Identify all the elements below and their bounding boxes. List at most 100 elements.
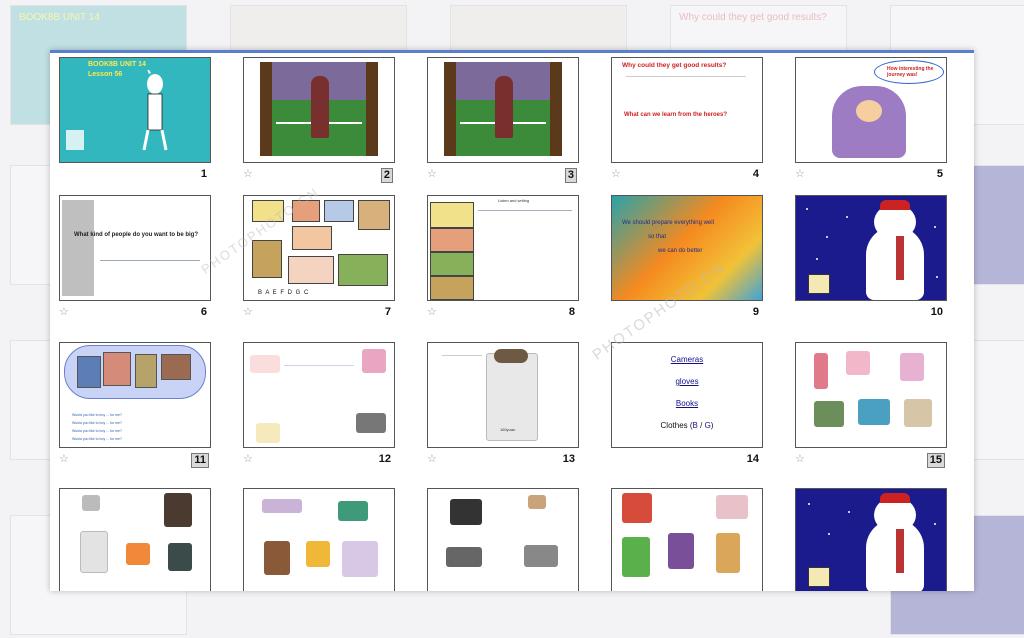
slide-number: 12 [378, 453, 391, 465]
slide-number: 5 [936, 168, 943, 180]
slide-number: 11 [191, 453, 209, 468]
clothes-separator: / [697, 421, 705, 430]
slide-line-1: We should prepare everything well [622, 220, 714, 226]
slide-thumbnail-4[interactable]: Why could they get good results? What ca… [611, 57, 763, 191]
slide-11-canvas: Would you like to buy ... for me? Would … [59, 342, 211, 448]
slide-line-2: so that [648, 234, 667, 240]
slide-thumbnail-10[interactable]: 10 [795, 195, 947, 329]
slide-number: 15 [926, 453, 945, 468]
slide-sorter-view: BOOK8B UNIT 14 Lesson 56 1 ☆ 2 ☆ 3 Why c… [50, 50, 974, 591]
bg-slide-heading: Why could they get good results? [679, 12, 827, 23]
slide-number: 4 [752, 168, 759, 180]
slide-thumbnail-15[interactable]: ☆ 15 [795, 342, 947, 476]
phrase-line: Would you like to buy ... for me? [72, 429, 122, 433]
slide-thumbnail-20[interactable] [795, 488, 947, 591]
slide-number: 13 [562, 453, 575, 465]
transition-star-icon[interactable]: ☆ [427, 306, 439, 318]
slide-thumbnail-17[interactable] [243, 488, 395, 591]
slide-15-canvas [795, 342, 947, 448]
olympic-logo-icon [66, 130, 84, 150]
cameras-link[interactable]: Cameras [612, 355, 762, 364]
slide-thumbnail-12[interactable]: ☆ 12 [243, 342, 395, 476]
slide-thumbnail-19[interactable] [611, 488, 763, 591]
slide-3-canvas [427, 57, 579, 163]
clothes-label: Clothes ( [660, 421, 693, 430]
transition-star-icon[interactable]: ☆ [59, 306, 71, 318]
slide-thumbnail-16[interactable] [59, 488, 211, 591]
slide-thumbnail-9[interactable]: We should prepare everything well so tha… [611, 195, 763, 329]
text-lines [478, 210, 572, 295]
slide-thumbnail-6[interactable]: What kind of people do you want to be bi… [59, 195, 211, 329]
slide-thumbnail-1[interactable]: BOOK8B UNIT 14 Lesson 56 1 [59, 57, 211, 191]
slide-16-canvas [59, 488, 211, 591]
mini-photo [808, 567, 830, 587]
slide-4-canvas: Why could they get good results? What ca… [611, 57, 763, 163]
slide-thumbnail-7[interactable]: B A E F D G C ☆ 7 [243, 195, 395, 329]
slide-thumbnail-3[interactable]: ☆ 3 [427, 57, 579, 191]
slide-19-canvas [611, 488, 763, 591]
girl-cartoon [832, 86, 906, 158]
transition-star-icon[interactable]: ☆ [427, 168, 439, 180]
slide-thumbnail-11[interactable]: Would you like to buy ... for me? Would … [59, 342, 211, 476]
phrase-line: Would you like to buy ... for me? [72, 413, 122, 417]
slide-7-canvas: B A E F D G C [243, 195, 395, 301]
speech-bubble: How interesting the journey was! [874, 60, 944, 84]
slide-question: What kind of people do you want to be bi… [74, 232, 198, 238]
slide-8-canvas: Listen and writing [427, 195, 579, 301]
slide-thumbnail-14[interactable]: Cameras gloves Books Clothes (B / G) 14 [611, 342, 763, 476]
transition-star-icon[interactable]: ☆ [243, 168, 255, 180]
slide-number: 1 [200, 168, 207, 180]
slide-question: What can we learn from the heroes? [624, 112, 728, 118]
badminton-photo [444, 62, 562, 156]
slide-heading: Listen and writing [498, 198, 530, 203]
phrase-line: Would you like to buy ... for me? [72, 421, 122, 425]
badminton-photo [260, 62, 378, 156]
rabbit-illustration [142, 70, 168, 151]
slide-5-canvas: How interesting the journey was! [795, 57, 947, 163]
slide-thumbnail-18[interactable] [427, 488, 579, 591]
slide-number: 9 [752, 306, 759, 318]
bg-slide-title: BOOK8B UNIT 14 [19, 12, 100, 23]
slide-number: 7 [384, 306, 391, 318]
text-lines [284, 365, 354, 396]
transition-star-icon[interactable]: ☆ [611, 168, 623, 180]
slide-17-canvas [243, 488, 395, 591]
slide-number: 10 [930, 306, 943, 318]
transition-star-icon[interactable]: ☆ [243, 306, 255, 318]
slide-number: 14 [746, 453, 759, 465]
clothes-end: ) [710, 421, 714, 430]
text-lines [100, 260, 200, 285]
phrase-line: Would you like to buy ... for me? [72, 437, 122, 441]
slide-number: 6 [200, 306, 207, 318]
slide-12-canvas [243, 342, 395, 448]
text-lines [626, 76, 746, 93]
slide-18-canvas [427, 488, 579, 591]
slide-thumbnail-13[interactable]: 160yuan ☆ 13 [427, 342, 579, 476]
answer-letters: B A E F D G C [258, 290, 310, 296]
transition-star-icon[interactable]: ☆ [795, 453, 807, 465]
slide-subtitle: Lesson 56 [88, 71, 123, 78]
slide-title: BOOK8B UNIT 14 [88, 61, 146, 68]
transition-star-icon[interactable]: ☆ [427, 453, 439, 465]
slide-thumbnail-8[interactable]: Listen and writing ☆ 8 [427, 195, 579, 329]
clothes-line: Clothes (B / G) [612, 421, 762, 430]
transition-star-icon[interactable]: ☆ [59, 453, 71, 465]
transition-star-icon[interactable]: ☆ [243, 453, 255, 465]
text-lines [442, 355, 482, 416]
slide-thumbnail-2[interactable]: ☆ 2 [243, 57, 395, 191]
thought-cloud [64, 345, 206, 399]
stone-relief-image [62, 200, 94, 296]
slide-6-canvas: What kind of people do you want to be bi… [59, 195, 211, 301]
gloves-link[interactable]: gloves [612, 377, 762, 386]
slide-13-canvas: 160yuan [427, 342, 579, 448]
fur-collar [494, 349, 528, 363]
slide-number: 8 [568, 306, 575, 318]
slide-20-canvas [795, 488, 947, 591]
slide-2-canvas [243, 57, 395, 163]
slide-thumbnail-5[interactable]: How interesting the journey was! ☆ 5 [795, 57, 947, 191]
transition-star-icon[interactable]: ☆ [795, 168, 807, 180]
slide-1-canvas: BOOK8B UNIT 14 Lesson 56 [59, 57, 211, 163]
books-link[interactable]: Books [612, 399, 762, 408]
mini-photo [808, 274, 830, 294]
slide-heading: Why could they get good results? [622, 62, 727, 69]
